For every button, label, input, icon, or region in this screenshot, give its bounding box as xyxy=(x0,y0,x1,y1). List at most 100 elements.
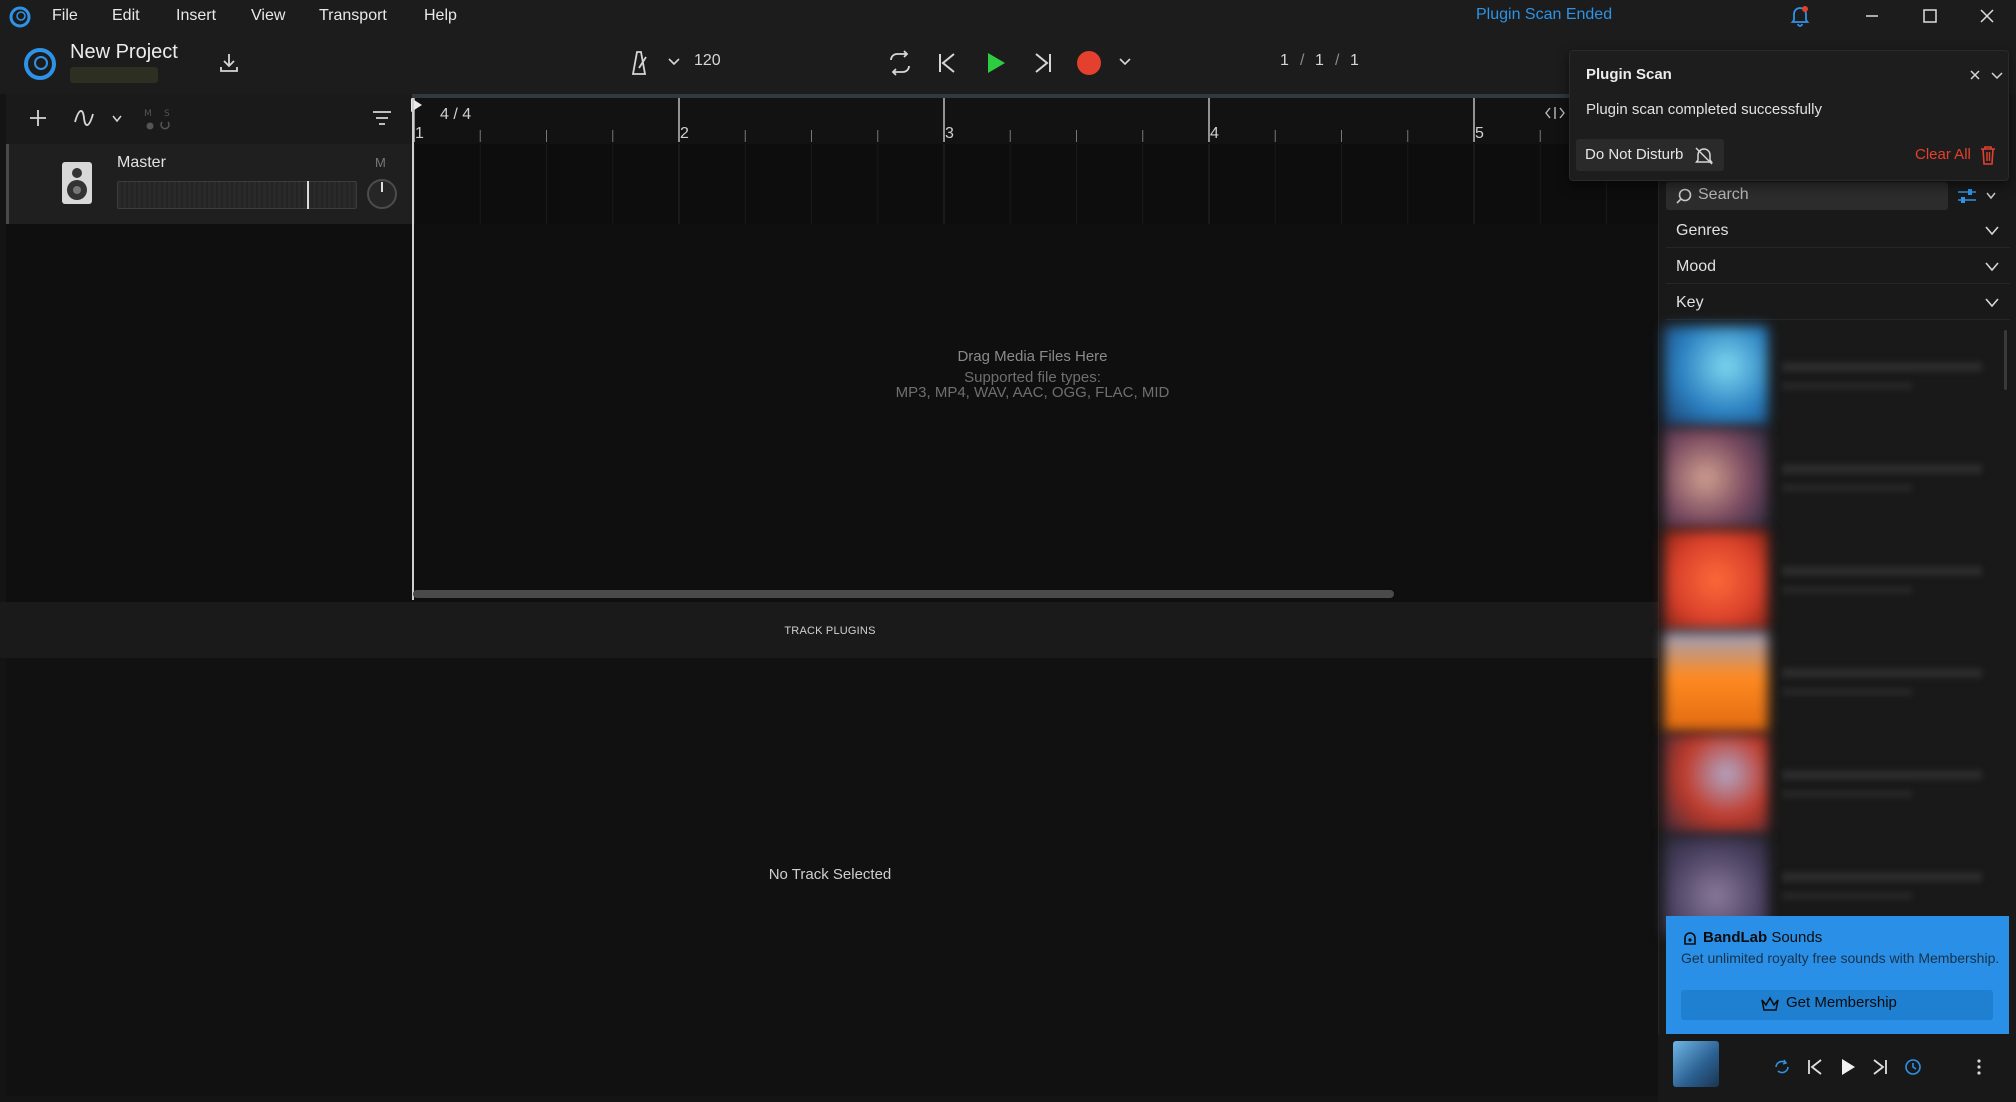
menu-file[interactable]: File xyxy=(52,7,78,25)
sample-pack-artwork xyxy=(1664,632,1768,732)
svg-text:M: M xyxy=(144,109,152,119)
play-icon[interactable] xyxy=(983,50,1009,76)
download-icon[interactable] xyxy=(216,50,242,76)
master-volume-handle[interactable] xyxy=(307,181,309,209)
position-beat[interactable]: 1 xyxy=(1315,52,1324,70)
notification-collapse-chevron-icon[interactable] xyxy=(1990,69,2004,83)
skip-forward-icon[interactable] xyxy=(1031,50,1055,76)
filter-mood[interactable]: Mood xyxy=(1666,250,2010,284)
clear-all-button[interactable]: Clear All xyxy=(1915,146,1971,163)
sample-pack-item[interactable] xyxy=(1664,734,2004,834)
sample-pack-item[interactable] xyxy=(1664,632,2004,732)
filter-key[interactable]: Key xyxy=(1666,286,2010,320)
automation-icon[interactable] xyxy=(72,106,96,130)
get-membership-label: Get Membership xyxy=(1786,994,1897,1011)
player-more-options-icon[interactable] xyxy=(1973,1057,1985,1077)
maximize-icon[interactable] xyxy=(1917,5,1941,27)
filter-dropdown-chevron-icon[interactable] xyxy=(1984,189,1998,203)
search-icon xyxy=(1675,187,1693,205)
close-window-icon[interactable] xyxy=(1975,5,1999,27)
browser-scrollbar[interactable] xyxy=(2004,330,2007,390)
playhead-line[interactable] xyxy=(412,98,414,600)
menu-transport[interactable]: Transport xyxy=(319,7,387,25)
menu-insert[interactable]: Insert xyxy=(176,7,216,25)
bar-number: 4 xyxy=(1210,125,1219,142)
track-list-area xyxy=(6,224,412,602)
sample-pack-item[interactable] xyxy=(1664,326,2004,426)
player-previous-icon[interactable] xyxy=(1805,1056,1825,1078)
zoom-fit-icon[interactable] xyxy=(1544,104,1566,122)
master-track-lane[interactable] xyxy=(412,144,1658,224)
record-dropdown-chevron-icon[interactable] xyxy=(1117,54,1133,70)
player-sync-icon[interactable] xyxy=(1772,1057,1792,1077)
tempo-value[interactable]: 120 xyxy=(694,52,721,70)
notification-close-icon[interactable] xyxy=(1968,68,1982,82)
project-subtitle-placeholder xyxy=(70,67,158,83)
sample-pack-artwork xyxy=(1664,530,1768,630)
notification-title: Plugin Scan xyxy=(1586,66,1672,83)
bar-number: 2 xyxy=(680,125,689,142)
svg-text:S: S xyxy=(164,109,170,119)
sample-pack-title xyxy=(1782,668,1982,678)
track-sort-filter-icon[interactable] xyxy=(370,106,394,130)
sample-pack-title xyxy=(1782,770,1982,780)
filter-mood-label: Mood xyxy=(1676,258,1717,275)
minimize-icon[interactable] xyxy=(1860,5,1884,27)
add-track-icon[interactable] xyxy=(26,106,50,130)
filter-genres-label: Genres xyxy=(1676,222,1729,239)
mute-solo-toggle-icon[interactable]: MS xyxy=(142,106,178,132)
sample-pack-subtitle xyxy=(1782,790,1912,798)
track-toolbar xyxy=(6,94,412,144)
loop-icon[interactable] xyxy=(885,48,915,78)
chevron-down-icon xyxy=(1985,226,1999,236)
master-volume-fader[interactable] xyxy=(117,181,357,209)
sample-pack-subtitle xyxy=(1782,484,1912,492)
project-name[interactable]: New Project xyxy=(70,41,178,64)
record-icon[interactable] xyxy=(1076,50,1102,76)
browser-search-placeholder[interactable]: Search xyxy=(1698,186,1749,204)
timeline-horizontal-scrollbar[interactable] xyxy=(413,590,1394,598)
master-mute-button[interactable]: M xyxy=(375,155,386,170)
menu-view[interactable]: View xyxy=(251,7,285,25)
promo-title: BandLab Sounds xyxy=(1703,929,1823,946)
position-tick[interactable]: 1 xyxy=(1350,52,1359,70)
app-logo-icon[interactable] xyxy=(8,5,32,29)
sample-pack-item[interactable] xyxy=(1664,428,2004,528)
sample-pack-subtitle xyxy=(1782,382,1912,390)
bell-off-icon xyxy=(1693,145,1715,167)
time-signature[interactable]: 4 / 4 xyxy=(440,106,471,124)
bar-number: 1 xyxy=(415,125,424,142)
automation-dropdown-chevron-icon[interactable] xyxy=(110,112,124,126)
master-track-name[interactable]: Master xyxy=(117,154,166,172)
menu-help[interactable]: Help xyxy=(424,7,457,25)
track-plugins-title: TRACK PLUGINS xyxy=(784,625,876,637)
plugin-scan-status[interactable]: Plugin Scan Ended xyxy=(1476,6,1612,24)
player-play-icon[interactable] xyxy=(1838,1056,1858,1078)
sample-pack-artwork xyxy=(1664,734,1768,834)
drop-hint-title: Drag Media Files Here xyxy=(957,348,1108,365)
player-tempo-sync-icon[interactable] xyxy=(1903,1057,1923,1077)
timeline-ruler[interactable] xyxy=(412,98,1658,144)
metronome-icon[interactable] xyxy=(624,48,654,78)
promo-description: Get unlimited royalty free sounds with M… xyxy=(1681,950,2000,966)
no-track-selected-message: No Track Selected xyxy=(768,866,892,883)
menu-edit[interactable]: Edit xyxy=(112,7,140,25)
do-not-disturb-label: Do Not Disturb xyxy=(1585,146,1684,163)
arrangement-drop-area[interactable] xyxy=(412,224,1658,602)
sample-pack-artwork xyxy=(1664,326,1768,426)
filter-key-label: Key xyxy=(1676,294,1704,311)
skip-back-icon[interactable] xyxy=(935,50,959,76)
sample-pack-item[interactable] xyxy=(1664,530,2004,630)
trash-icon[interactable] xyxy=(1978,144,1998,166)
chevron-down-icon xyxy=(1985,262,1999,272)
notification-bell-icon[interactable] xyxy=(1788,4,1812,27)
filter-genres[interactable]: Genres xyxy=(1666,214,2010,248)
chevron-down-icon xyxy=(1985,298,1999,308)
player-artwork xyxy=(1673,1041,1719,1087)
player-next-icon[interactable] xyxy=(1870,1056,1890,1078)
position-separator: / xyxy=(1300,52,1305,69)
position-bar[interactable]: 1 xyxy=(1280,52,1289,70)
metronome-dropdown-chevron-icon[interactable] xyxy=(666,54,682,70)
filter-sliders-icon[interactable] xyxy=(1956,186,1978,206)
master-pan-knob[interactable] xyxy=(367,179,397,209)
